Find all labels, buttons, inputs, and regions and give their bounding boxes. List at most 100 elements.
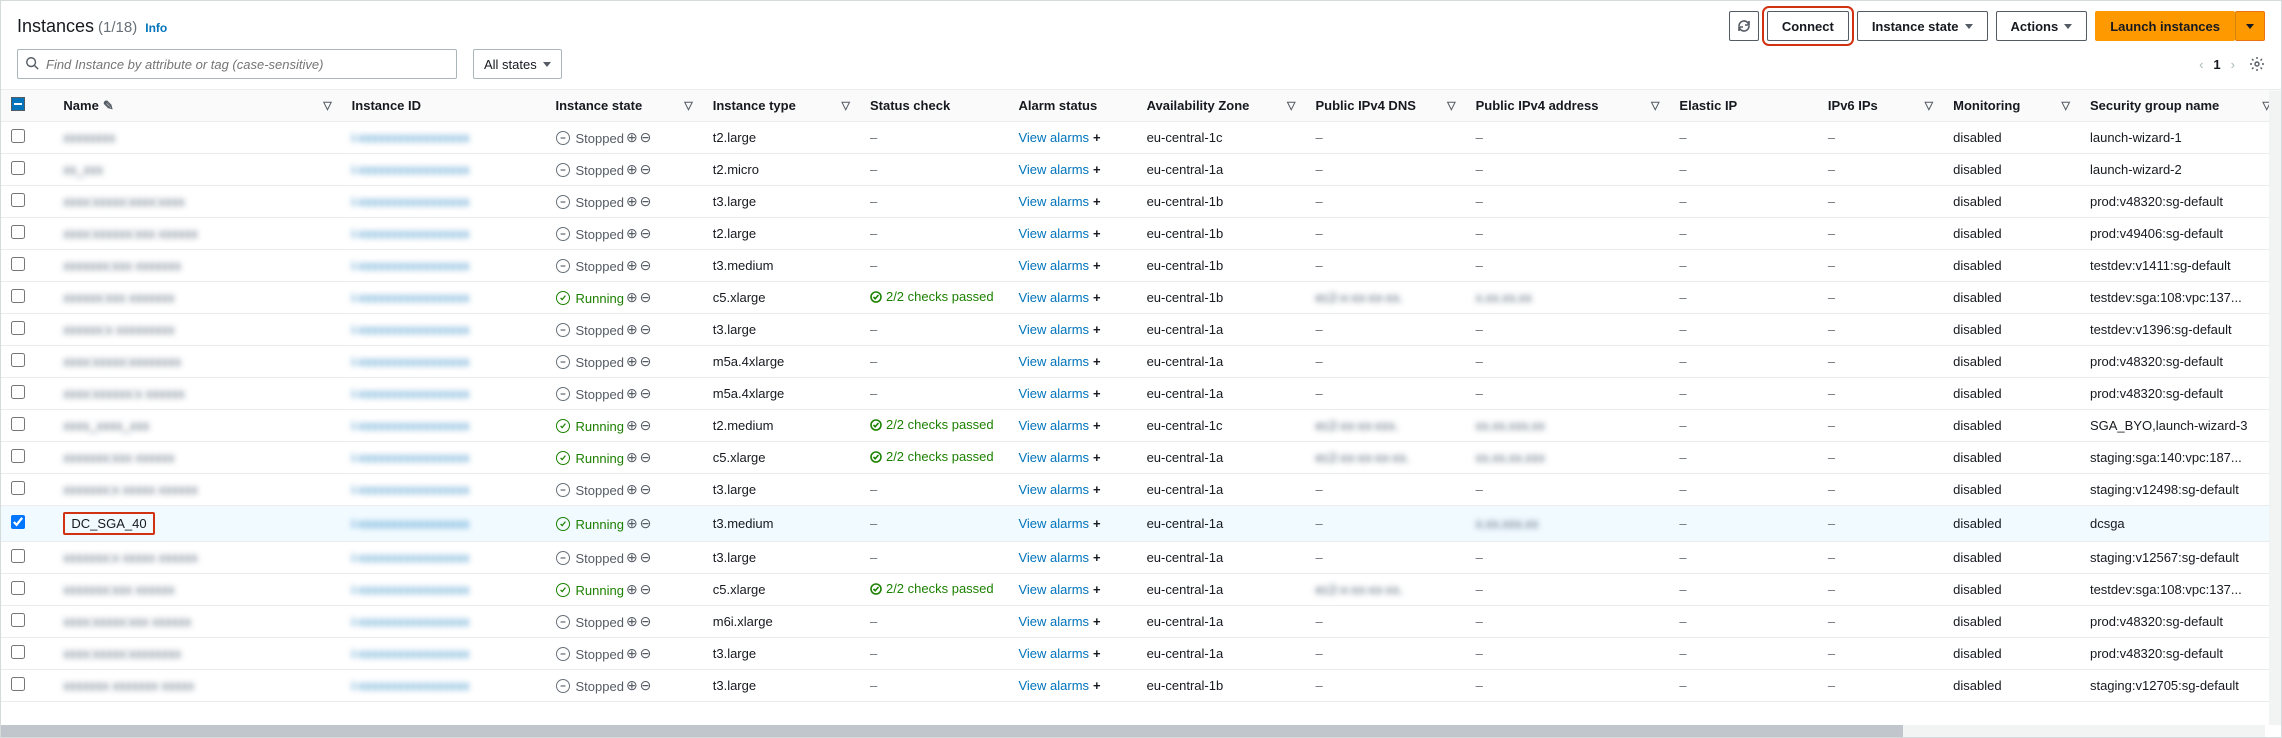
add-alarm-button[interactable]: + — [1093, 482, 1101, 497]
select-all-checkbox[interactable] — [11, 97, 25, 111]
add-alarm-button[interactable]: + — [1093, 678, 1101, 693]
info-link[interactable]: Info — [145, 21, 167, 35]
settings-button[interactable] — [2249, 56, 2265, 72]
instance-id-link[interactable]: i-xxxxxxxxxxxxxxxxx — [352, 614, 470, 629]
zoom-in-icon[interactable]: ⊕ — [626, 417, 638, 433]
table-row[interactable]: xxxx_xxxx_xxxi-xxxxxxxxxxxxxxxxxRunning⊕… — [1, 410, 2281, 442]
instance-id-link[interactable]: i-xxxxxxxxxxxxxxxxx — [352, 450, 470, 465]
zoom-out-icon[interactable]: ⊖ — [640, 515, 652, 531]
table-row[interactable]: xxxx:xxxxx:xxxx:xxxxi-xxxxxxxxxxxxxxxxxS… — [1, 186, 2281, 218]
add-alarm-button[interactable]: + — [1093, 614, 1101, 629]
view-alarms-link[interactable]: View alarms — [1018, 482, 1089, 497]
row-checkbox[interactable] — [11, 257, 25, 271]
add-alarm-button[interactable]: + — [1093, 162, 1101, 177]
instance-id-link[interactable]: i-xxxxxxxxxxxxxxxxx — [352, 516, 470, 531]
launch-instances-button[interactable]: Launch instances — [2095, 11, 2235, 41]
add-alarm-button[interactable]: + — [1093, 550, 1101, 565]
table-row[interactable]: xxxxxxx:xxx xxxxxxi-xxxxxxxxxxxxxxxxxRun… — [1, 574, 2281, 606]
row-checkbox[interactable] — [11, 515, 25, 529]
row-checkbox[interactable] — [11, 353, 25, 367]
zoom-in-icon[interactable]: ⊕ — [626, 449, 638, 465]
table-row[interactable]: xxxx:xxxxxx:xxx xxxxxxi-xxxxxxxxxxxxxxxx… — [1, 218, 2281, 250]
instance-id-link[interactable]: i-xxxxxxxxxxxxxxxxx — [352, 418, 470, 433]
zoom-in-icon[interactable]: ⊕ — [626, 677, 638, 693]
zoom-in-icon[interactable]: ⊕ — [626, 193, 638, 209]
prev-page-button[interactable]: ‹ — [2199, 57, 2203, 72]
col-sg[interactable]: Security group name▽ — [2080, 90, 2281, 122]
instance-id-link[interactable]: i-xxxxxxxxxxxxxxxxx — [352, 162, 470, 177]
col-public-ip[interactable]: Public IPv4 address▽ — [1466, 90, 1670, 122]
connect-button[interactable]: Connect — [1767, 11, 1849, 41]
row-checkbox[interactable] — [11, 385, 25, 399]
next-page-button[interactable]: › — [2231, 57, 2235, 72]
row-checkbox[interactable] — [11, 581, 25, 595]
actions-menu[interactable]: Actions — [1996, 11, 2088, 41]
view-alarms-link[interactable]: View alarms — [1018, 386, 1089, 401]
add-alarm-button[interactable]: + — [1093, 450, 1101, 465]
add-alarm-button[interactable]: + — [1093, 322, 1101, 337]
col-ipv6[interactable]: IPv6 IPs▽ — [1818, 90, 1943, 122]
row-checkbox[interactable] — [11, 193, 25, 207]
zoom-in-icon[interactable]: ⊕ — [626, 321, 638, 337]
row-checkbox[interactable] — [11, 289, 25, 303]
instance-id-link[interactable]: i-xxxxxxxxxxxxxxxxx — [352, 582, 470, 597]
col-public-dns[interactable]: Public IPv4 DNS▽ — [1305, 90, 1465, 122]
row-checkbox[interactable] — [11, 225, 25, 239]
instance-state-menu[interactable]: Instance state — [1857, 11, 1988, 41]
zoom-out-icon[interactable]: ⊖ — [640, 193, 652, 209]
zoom-in-icon[interactable]: ⊕ — [626, 645, 638, 661]
instance-id-link[interactable]: i-xxxxxxxxxxxxxxxxx — [352, 194, 470, 209]
zoom-out-icon[interactable]: ⊖ — [640, 289, 652, 305]
state-filter[interactable]: All states — [473, 49, 562, 79]
horizontal-scrollbar[interactable] — [1, 725, 2265, 737]
view-alarms-link[interactable]: View alarms — [1018, 646, 1089, 661]
add-alarm-button[interactable]: + — [1093, 516, 1101, 531]
table-row[interactable]: xxxxxxx:xxx xxxxxxxi-xxxxxxxxxxxxxxxxxSt… — [1, 250, 2281, 282]
table-row[interactable]: xxxxxxx:x xxxxx xxxxxxi-xxxxxxxxxxxxxxxx… — [1, 542, 2281, 574]
zoom-in-icon[interactable]: ⊕ — [626, 385, 638, 401]
table-row[interactable]: xx_xxxi-xxxxxxxxxxxxxxxxxStopped⊕⊖t2.mic… — [1, 154, 2281, 186]
zoom-out-icon[interactable]: ⊖ — [640, 417, 652, 433]
zoom-in-icon[interactable]: ⊕ — [626, 289, 638, 305]
zoom-out-icon[interactable]: ⊖ — [640, 613, 652, 629]
view-alarms-link[interactable]: View alarms — [1018, 582, 1089, 597]
view-alarms-link[interactable]: View alarms — [1018, 162, 1089, 177]
col-az[interactable]: Availability Zone▽ — [1137, 90, 1306, 122]
zoom-out-icon[interactable]: ⊖ — [640, 677, 652, 693]
col-monitoring[interactable]: Monitoring▽ — [1943, 90, 2080, 122]
table-row[interactable]: xxxx:xxxxxx:x xxxxxxi-xxxxxxxxxxxxxxxxxS… — [1, 378, 2281, 410]
zoom-in-icon[interactable]: ⊕ — [626, 161, 638, 177]
row-checkbox[interactable] — [11, 549, 25, 563]
view-alarms-link[interactable]: View alarms — [1018, 614, 1089, 629]
view-alarms-link[interactable]: View alarms — [1018, 258, 1089, 273]
view-alarms-link[interactable]: View alarms — [1018, 354, 1089, 369]
zoom-out-icon[interactable]: ⊖ — [640, 353, 652, 369]
table-row[interactable]: xxxxxx:x xxxxxxxxxi-xxxxxxxxxxxxxxxxxSto… — [1, 314, 2281, 346]
zoom-in-icon[interactable]: ⊕ — [626, 353, 638, 369]
view-alarms-link[interactable]: View alarms — [1018, 450, 1089, 465]
refresh-button[interactable] — [1729, 11, 1759, 41]
view-alarms-link[interactable]: View alarms — [1018, 516, 1089, 531]
add-alarm-button[interactable]: + — [1093, 194, 1101, 209]
instance-id-link[interactable]: i-xxxxxxxxxxxxxxxxx — [352, 130, 470, 145]
row-checkbox[interactable] — [11, 645, 25, 659]
row-checkbox[interactable] — [11, 161, 25, 175]
table-row[interactable]: xxxx:xxxxx:xxxxxxxxi-xxxxxxxxxxxxxxxxxSt… — [1, 346, 2281, 378]
instance-id-link[interactable]: i-xxxxxxxxxxxxxxxxx — [352, 290, 470, 305]
add-alarm-button[interactable]: + — [1093, 226, 1101, 241]
add-alarm-button[interactable]: + — [1093, 582, 1101, 597]
table-row[interactable]: xxxxxxx xxxxxxx xxxxxi-xxxxxxxxxxxxxxxxx… — [1, 670, 2281, 702]
zoom-out-icon[interactable]: ⊖ — [640, 161, 652, 177]
table-row[interactable]: xxxxxxxxi-xxxxxxxxxxxxxxxxxStopped⊕⊖t2.l… — [1, 122, 2281, 154]
row-checkbox[interactable] — [11, 129, 25, 143]
table-row[interactable]: DC_SGA_40i-xxxxxxxxxxxxxxxxxRunning⊕⊖t3.… — [1, 506, 2281, 542]
search-input[interactable] — [17, 49, 457, 79]
add-alarm-button[interactable]: + — [1093, 258, 1101, 273]
zoom-in-icon[interactable]: ⊕ — [626, 549, 638, 565]
instance-id-link[interactable]: i-xxxxxxxxxxxxxxxxx — [352, 226, 470, 241]
zoom-out-icon[interactable]: ⊖ — [640, 321, 652, 337]
instance-id-link[interactable]: i-xxxxxxxxxxxxxxxxx — [352, 550, 470, 565]
add-alarm-button[interactable]: + — [1093, 386, 1101, 401]
zoom-out-icon[interactable]: ⊖ — [640, 129, 652, 145]
instance-id-link[interactable]: i-xxxxxxxxxxxxxxxxx — [352, 258, 470, 273]
